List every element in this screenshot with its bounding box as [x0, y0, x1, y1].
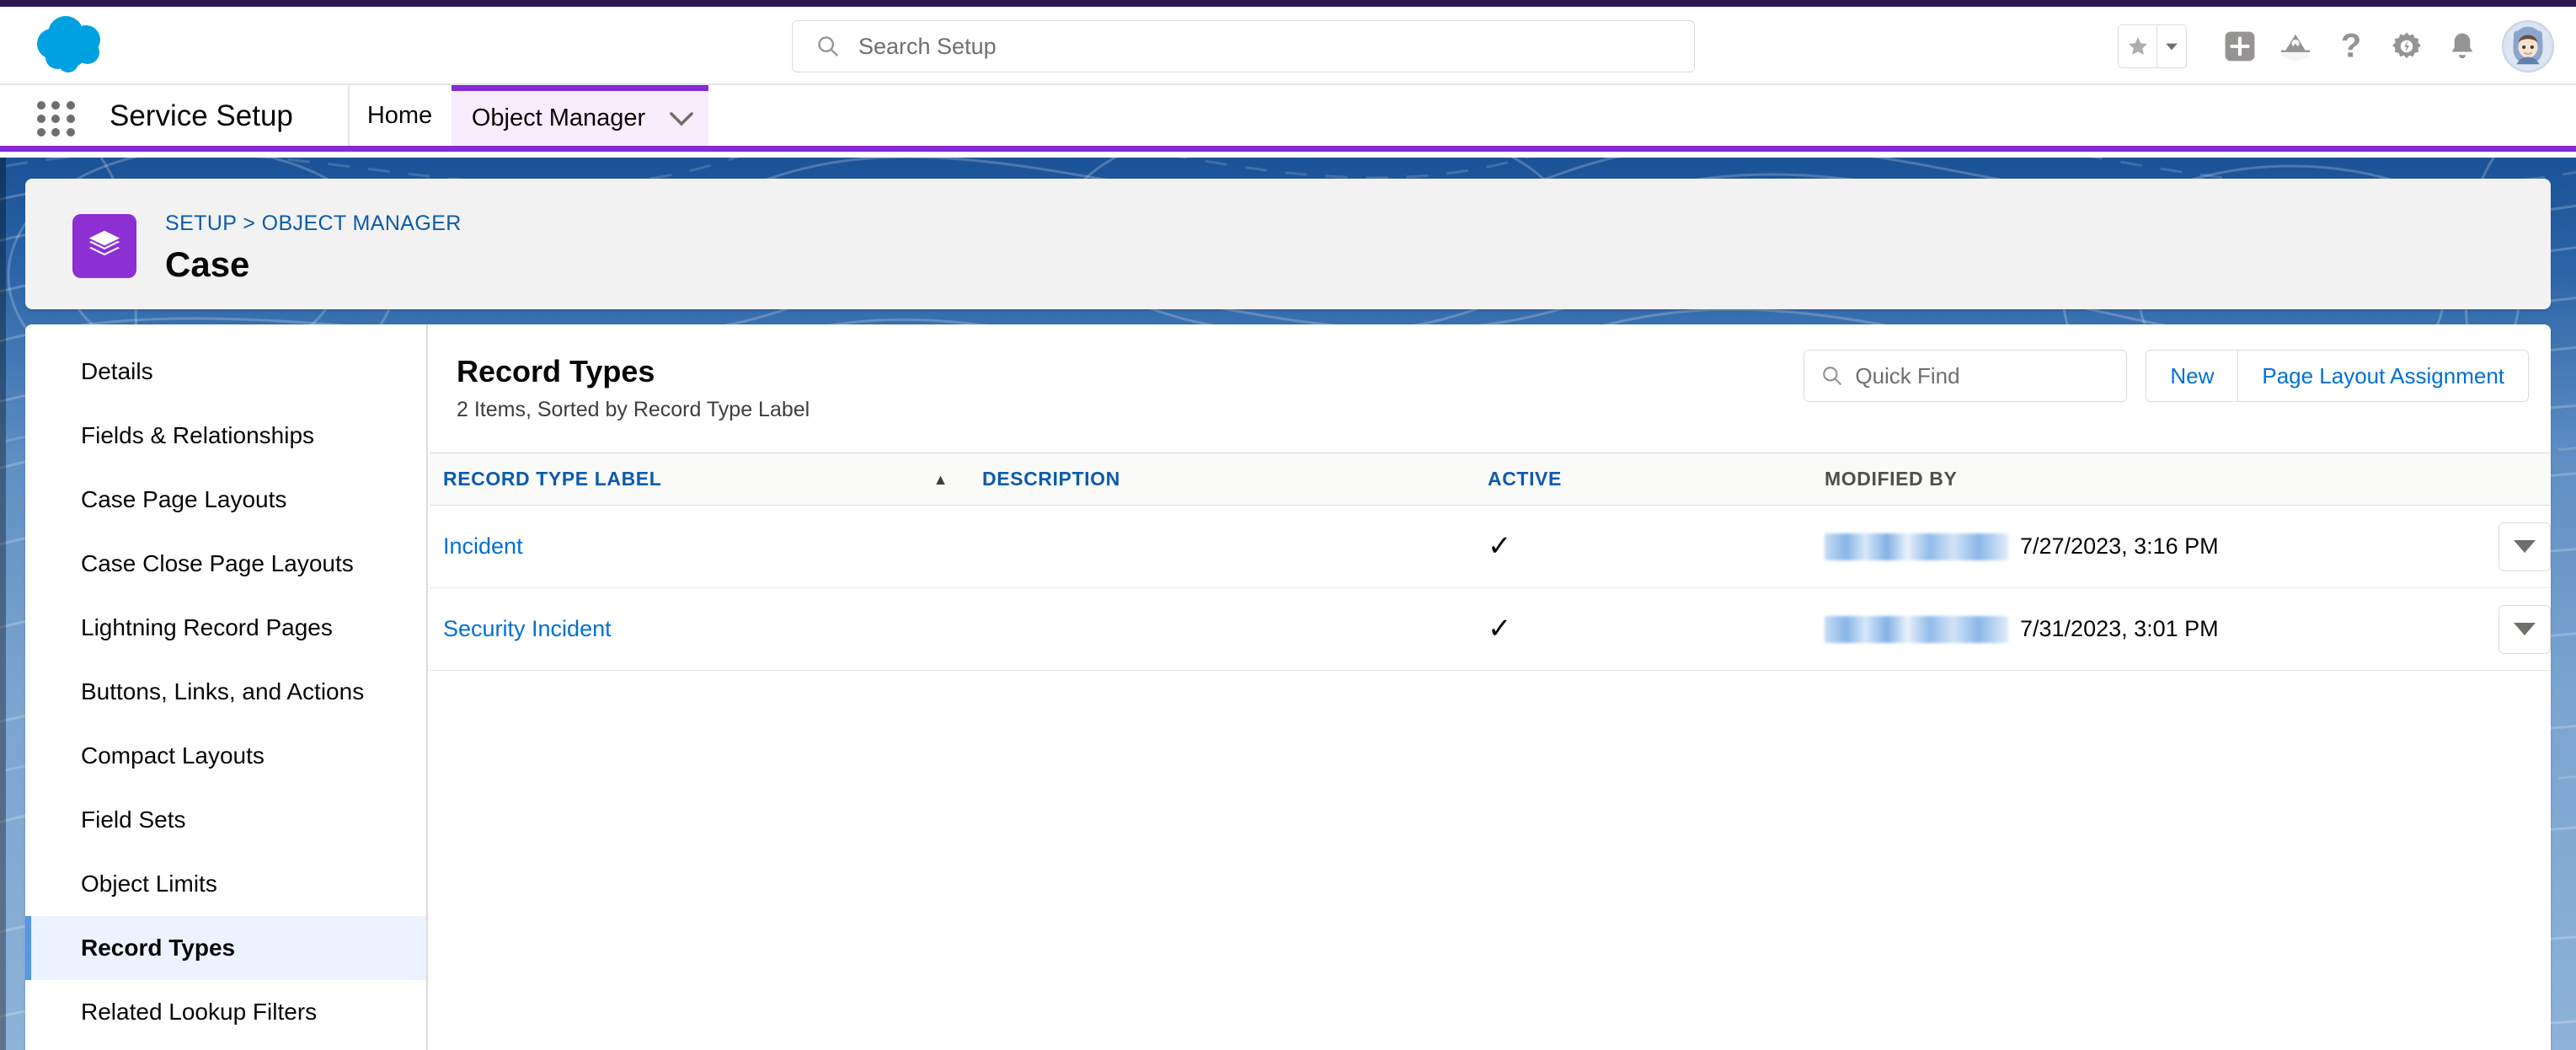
sidebar-item-field-sets[interactable]: Field Sets [25, 788, 426, 852]
cell-description [969, 587, 1474, 671]
column-header-modified-by: MODIFIED BY [1811, 453, 2418, 506]
sidebar-item-case-close-page-layouts[interactable]: Case Close Page Layouts [25, 532, 426, 596]
content-panel: Details Fields & Relationships Case Page… [25, 324, 2551, 1050]
column-header-row-actions [2418, 453, 2551, 506]
modified-by-date: 7/31/2023, 3:01 PM [2020, 616, 2219, 641]
cell-row-actions [2418, 505, 2551, 588]
app-name-label: Service Setup [110, 99, 293, 132]
setup-gear-icon[interactable] [2379, 19, 2434, 74]
tab-object-manager-chevron-down-icon[interactable] [654, 85, 708, 146]
column-header-description[interactable]: DESCRIPTION [969, 453, 1474, 506]
favorites-star-icon[interactable] [2118, 24, 2156, 68]
search-input[interactable] [858, 33, 1617, 60]
help-question-icon[interactable]: ? [2323, 19, 2379, 74]
favorites-group [2118, 24, 2187, 68]
breadcrumb: SETUP > OBJECT MANAGER Case [165, 209, 462, 288]
record-types-list-area: Record Types 2 Items, Sorted by Record T… [430, 324, 2551, 1050]
active-checkmark-icon: ✓ [1488, 613, 1512, 645]
svg-text:?: ? [2341, 29, 2361, 63]
page-layout-assignment-button[interactable]: Page Layout Assignment [2237, 351, 2528, 401]
sidebar-item-case-page-layouts[interactable]: Case Page Layouts [25, 468, 426, 532]
cell-modified-by: 7/27/2023, 3:16 PM [1811, 505, 2418, 588]
object-sidebar-menu: Details Fields & Relationships Case Page… [25, 324, 428, 1050]
sidebar-item-lightning-record-pages[interactable]: Lightning Record Pages [25, 596, 426, 660]
modified-by-redacted-name [1825, 615, 2008, 643]
sidebar-item-buttons-links-actions[interactable]: Buttons, Links, and Actions [25, 660, 426, 724]
tab-object-manager[interactable]: Object Manager [452, 85, 654, 146]
object-header-card: SETUP > OBJECT MANAGER Case [25, 179, 2551, 309]
user-avatar[interactable] [2502, 19, 2554, 72]
cell-active: ✓ [1474, 587, 1811, 671]
page-title: Case [165, 244, 250, 284]
search-icon [1823, 367, 1842, 385]
modified-by-redacted-name [1825, 533, 2008, 560]
quick-find-box[interactable] [1804, 350, 2128, 402]
column-header-record-type-label-text: RECORD TYPE LABEL [443, 468, 662, 490]
app-launcher-waffle-icon[interactable] [37, 101, 76, 137]
breadcrumb-setup-link[interactable]: SETUP [165, 212, 237, 235]
cell-record-type-label: Security Incident [430, 587, 969, 671]
quick-find-input[interactable] [1855, 362, 2100, 389]
top-accent-bar [0, 0, 2576, 7]
cell-modified-by: 7/31/2023, 3:01 PM [1811, 587, 2418, 671]
sidebar-item-object-limits[interactable]: Object Limits [25, 852, 426, 916]
search-icon [818, 36, 838, 56]
global-actions-plus-icon[interactable] [2212, 19, 2268, 74]
header-icon-group: ? [2118, 7, 2554, 85]
record-type-link-security-incident[interactable]: Security Incident [443, 616, 612, 641]
record-types-table: RECORD TYPE LABEL ▲ DESCRIPTION ACTIVE M… [430, 453, 2551, 671]
salesforce-setup-page: ? [0, 0, 2576, 1050]
active-checkmark-icon: ✓ [1488, 530, 1512, 562]
salesforce-cloud-logo[interactable] [30, 15, 128, 78]
new-button[interactable]: New [2146, 351, 2238, 401]
sidebar-item-related-lookup-filters[interactable]: Related Lookup Filters [25, 980, 426, 1044]
column-header-description-text: DESCRIPTION [982, 468, 1120, 490]
sort-ascending-icon[interactable]: ▲ [933, 472, 949, 487]
column-header-active-text: ACTIVE [1488, 468, 1562, 490]
column-header-record-type-label[interactable]: RECORD TYPE LABEL ▲ [430, 453, 969, 506]
row-actions-chevron-down-icon[interactable] [2499, 522, 2551, 571]
sidebar-item-compact-layouts[interactable]: Compact Layouts [25, 724, 426, 788]
list-actions: New Page Layout Assignment [1804, 350, 2529, 402]
backdrop-left-edge [0, 158, 6, 1050]
list-header: Record Types 2 Items, Sorted by Record T… [430, 324, 2551, 453]
trailhead-mountain-icon[interactable] [2268, 19, 2323, 74]
sidebar-item-fields-relationships[interactable]: Fields & Relationships [25, 404, 426, 468]
cell-row-actions [2418, 587, 2551, 671]
cell-active: ✓ [1474, 505, 1811, 588]
breadcrumb-separator: > [243, 212, 256, 235]
setup-nav-bar: Service Setup Home Object Manager [0, 85, 2576, 152]
global-search-box[interactable] [792, 20, 1695, 72]
table-row: Incident ✓ 7/27/2023, 3:16 PM [430, 505, 2551, 588]
table-row: Security Incident ✓ 7/31/2023, 3:01 PM [430, 587, 2551, 671]
breadcrumb-object-manager-link[interactable]: OBJECT MANAGER [262, 212, 462, 235]
row-actions-chevron-down-icon[interactable] [2499, 604, 2551, 654]
column-header-modified-by-text: MODIFIED BY [1825, 468, 1958, 490]
notifications-bell-icon[interactable] [2434, 19, 2490, 74]
record-type-link-incident[interactable]: Incident [443, 533, 523, 559]
favorites-caret-icon[interactable] [2156, 24, 2187, 68]
stacked-layers-object-icon [72, 214, 136, 278]
modified-by-date: 7/27/2023, 3:16 PM [2020, 533, 2219, 559]
sidebar-item-record-types[interactable]: Record Types [25, 916, 426, 980]
cell-record-type-label: Incident [430, 505, 969, 588]
cell-description [969, 505, 1474, 588]
global-header: ? [0, 7, 2576, 85]
tab-home[interactable]: Home [348, 85, 452, 146]
table-header-row: RECORD TYPE LABEL ▲ DESCRIPTION ACTIVE M… [430, 453, 2551, 506]
list-button-group: New Page Layout Assignment [2146, 350, 2529, 402]
sidebar-item-details[interactable]: Details [25, 340, 426, 404]
column-header-active[interactable]: ACTIVE [1474, 453, 1811, 506]
